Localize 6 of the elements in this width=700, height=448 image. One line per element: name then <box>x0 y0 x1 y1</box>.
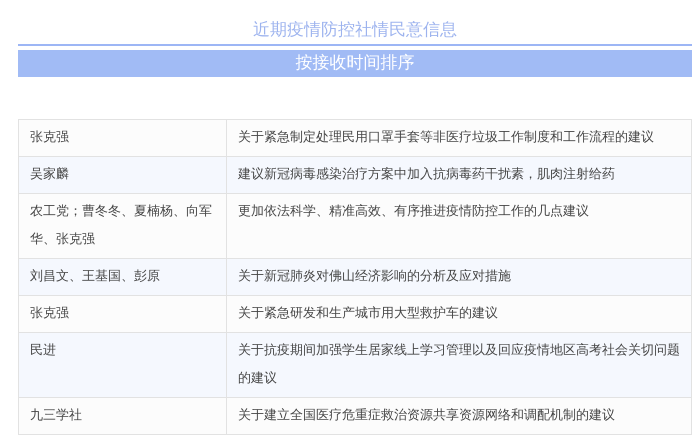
sort-banner: 按接收时间排序 <box>18 50 692 77</box>
table-cell: 九三学社 <box>18 398 226 434</box>
table-cell: 关于紧急制定处理民用口罩手套等非医疗垃圾工作制度和工作流程的建议 <box>226 120 692 156</box>
table-cell: 张克强 <box>18 120 226 156</box>
page-title: 近期疫情防控社情民意信息 <box>252 19 458 42</box>
table-cell: 关于建立全国医疗危重症救治资源共享资源网络和调配机制的建议 <box>226 398 692 434</box>
